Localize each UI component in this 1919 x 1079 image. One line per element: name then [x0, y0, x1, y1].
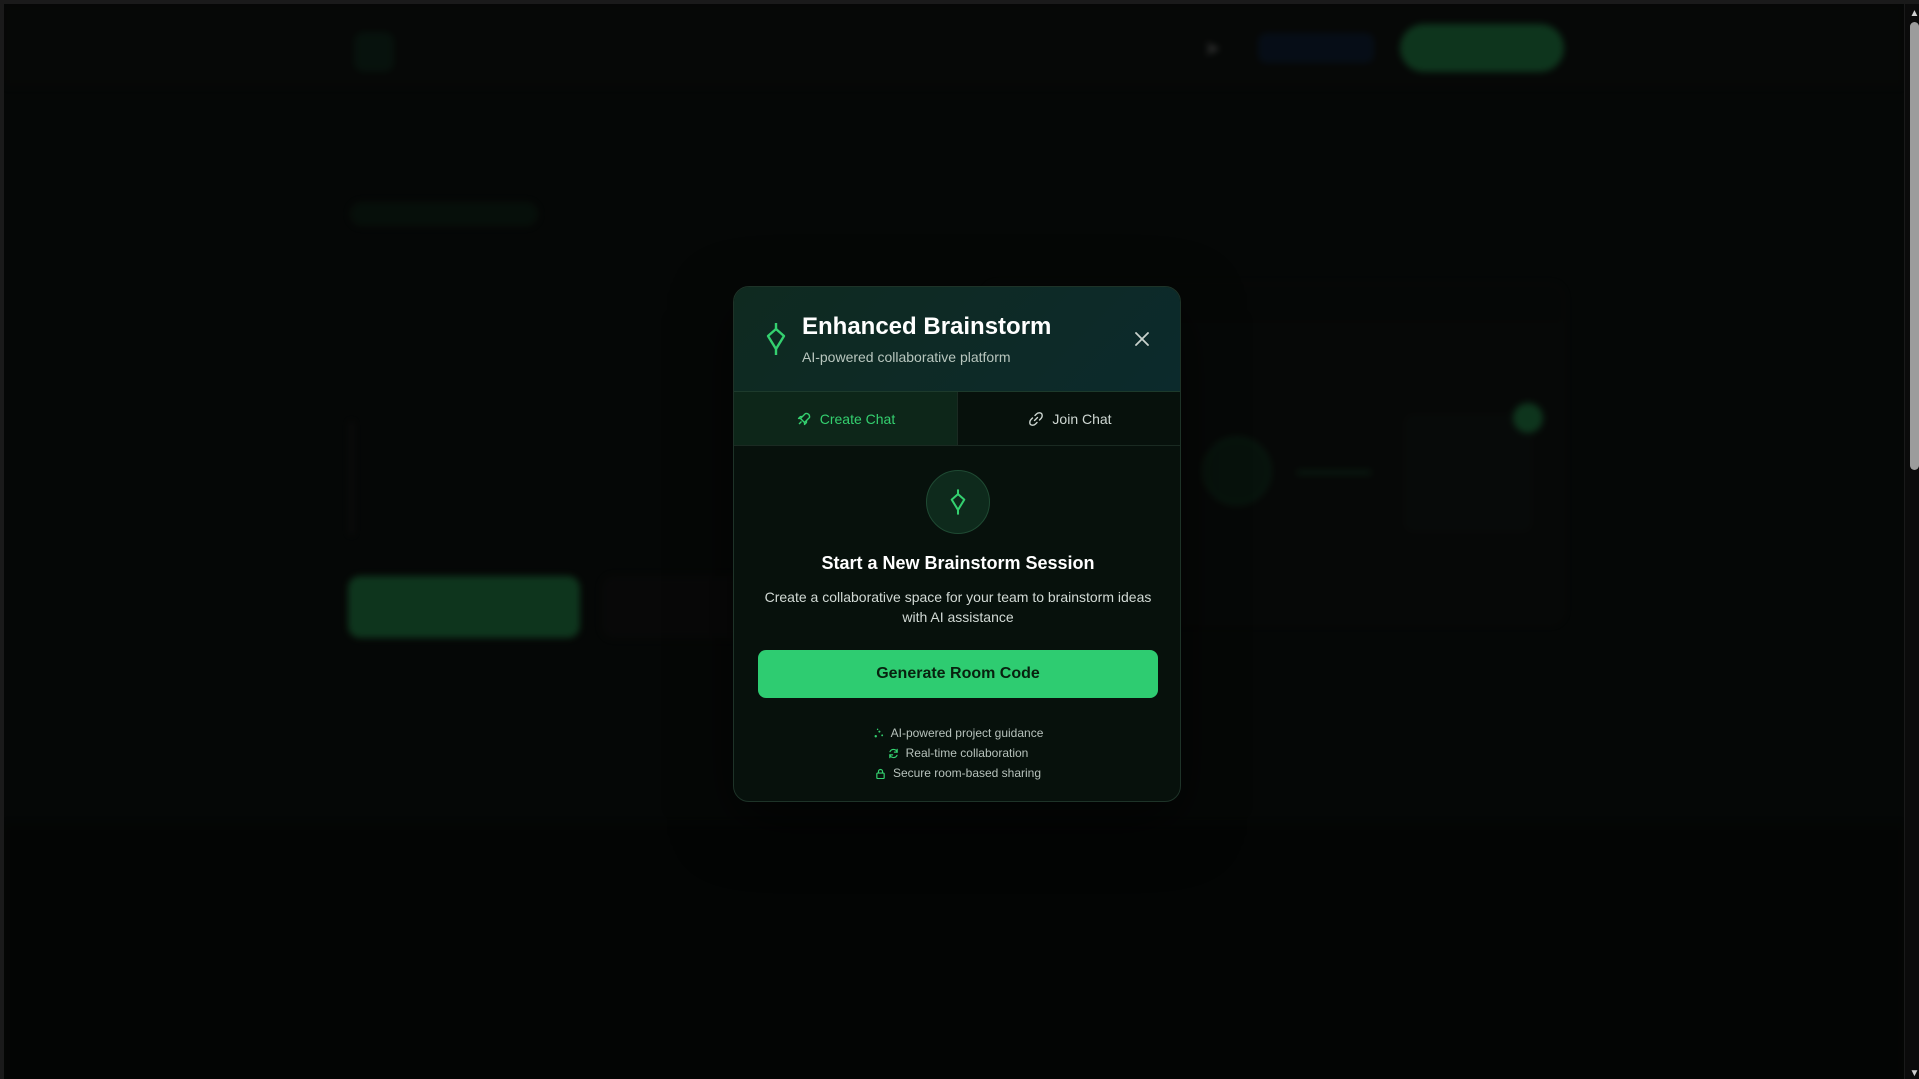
- feature-item: Secure room-based sharing: [734, 763, 1180, 783]
- session-icon-circle: [926, 470, 990, 534]
- link-icon: [1029, 411, 1044, 426]
- tab-create-chat-label: Create Chat: [819, 410, 896, 427]
- lock-icon: [876, 768, 885, 779]
- brainstorm-node-icon: [950, 489, 966, 515]
- close-button[interactable]: [1130, 327, 1154, 351]
- feature-label: AI-powered project guidance: [890, 726, 1044, 740]
- feature-label: Secure room-based sharing: [892, 766, 1042, 780]
- brainstorm-node-icon: [766, 323, 786, 355]
- rocket-icon: [797, 412, 811, 425]
- session-title: Start a New Brainstorm Session: [821, 553, 1095, 573]
- close-icon: [1135, 332, 1149, 346]
- session-description: Create a collaborative space for your te…: [764, 589, 1152, 625]
- app-window: ➤ Enhanced Brainstorm AI-powered collabo…: [0, 0, 1919, 1079]
- generate-room-code-button[interactable]: Generate Room Code: [758, 650, 1158, 698]
- scroll-up-arrow-icon[interactable]: ▲: [1908, 7, 1919, 20]
- scroll-thumb[interactable]: [1910, 22, 1919, 470]
- brainstorm-modal: Enhanced Brainstorm AI-powered collabora…: [733, 286, 1181, 802]
- modal-title: Enhanced Brainstorm: [802, 313, 1052, 340]
- modal-tabs: Create Chat Join Chat: [734, 392, 1180, 446]
- tab-join-chat-label: Join Chat: [1052, 410, 1112, 427]
- page-scrollbar[interactable]: ▲ ▼: [1904, 4, 1919, 1079]
- feature-label: Real-time collaboration: [905, 746, 1029, 760]
- feature-item: AI-powered project guidance: [734, 723, 1180, 743]
- sparkle-icon: [874, 728, 883, 737]
- feature-list: AI-powered project guidance Real-time co…: [734, 723, 1180, 783]
- refresh-icon: [888, 748, 898, 758]
- tab-join-chat[interactable]: Join Chat: [958, 392, 1180, 445]
- tab-create-chat[interactable]: Create Chat: [734, 392, 958, 445]
- feature-item: Real-time collaboration: [734, 743, 1180, 763]
- modal-header: Enhanced Brainstorm AI-powered collabora…: [734, 287, 1180, 392]
- scroll-down-arrow-icon[interactable]: ▼: [1908, 1067, 1919, 1079]
- modal-subtitle: AI-powered collaborative platform: [802, 349, 1011, 365]
